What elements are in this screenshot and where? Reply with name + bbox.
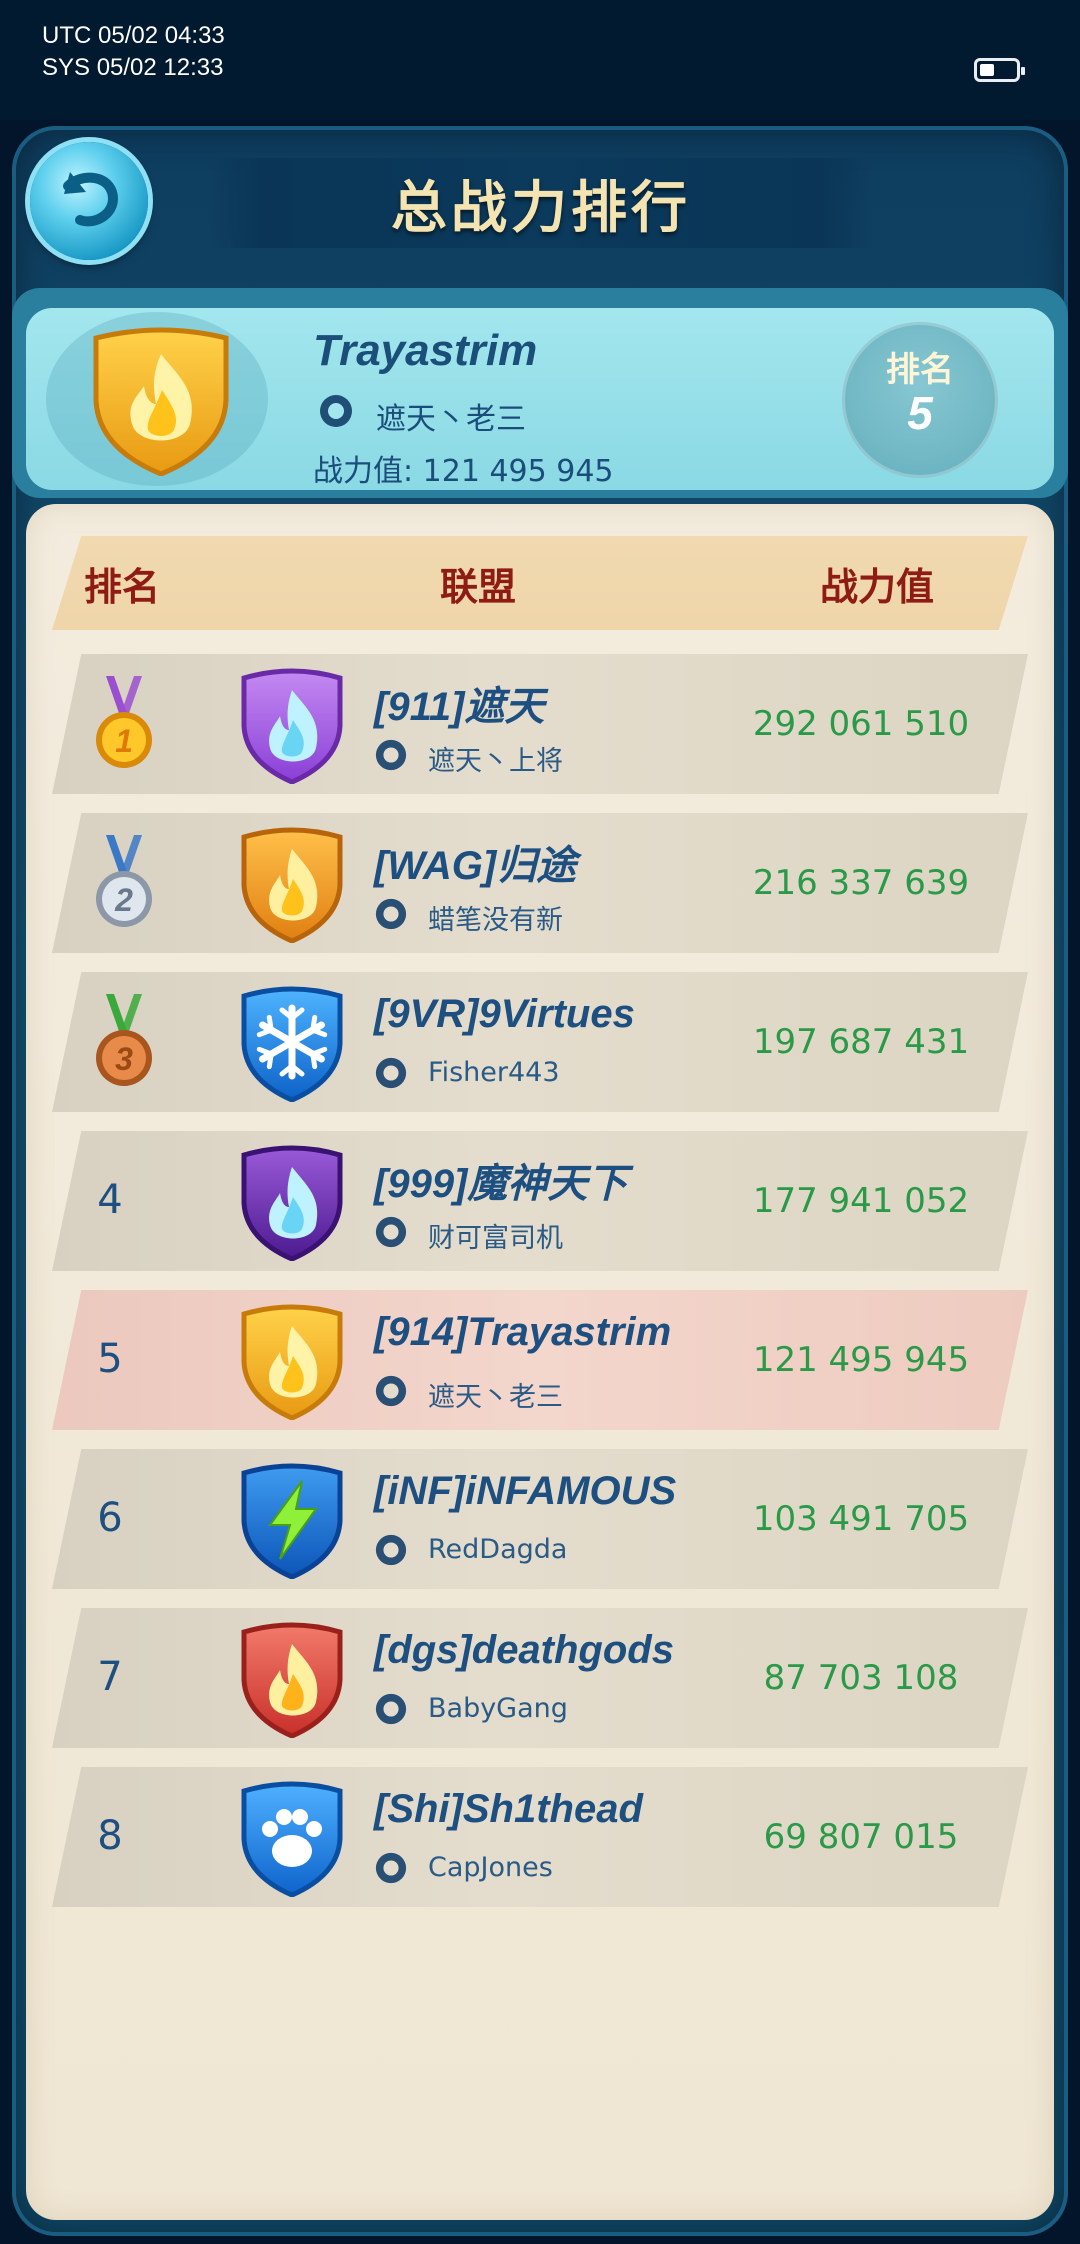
svg-text:3: 3: [115, 1041, 133, 1077]
rank-number-text: 4: [97, 1177, 123, 1223]
alliance-name: [9VR]9Virtues: [374, 992, 635, 1036]
alliance-leader-icon: [374, 1692, 408, 1726]
alliance-leader-icon: [374, 1215, 408, 1249]
alliance-leader: 遮天丶上将: [428, 746, 563, 777]
gold-flame-shield-icon: [236, 1300, 348, 1421]
alliance-leader: BabyGang: [428, 1693, 568, 1724]
alliance-power: 121 495 945: [752, 1340, 970, 1380]
rank-number-text: 7: [97, 1654, 123, 1700]
svg-text:2: 2: [114, 882, 133, 918]
header-rank: 排名: [84, 565, 161, 609]
alliance-icon: [320, 395, 352, 427]
alliance-name: [914]Trayastrim: [374, 1310, 672, 1354]
my-power-value: 战力值: 121 495 945: [313, 454, 614, 489]
back-button[interactable]: [30, 142, 148, 260]
header-power: 战力值: [820, 565, 935, 609]
dark-purple-flame-shield-icon: [236, 1141, 348, 1262]
alliance-power: 216 337 639: [752, 863, 970, 903]
alliance-name: [dgs]deathgods: [374, 1628, 674, 1672]
alliance-leader-icon: [374, 897, 408, 931]
gold-medal-icon: 1: [92, 676, 156, 772]
alliance-power: 177 941 052: [752, 1181, 970, 1221]
my-alliance-name: 遮天丶老三: [376, 402, 526, 437]
utc-time: UTC 05/02 04:33: [42, 22, 225, 49]
alliance-name: [iNF]iNFAMOUS: [374, 1469, 677, 1513]
rank-number-text: 5: [97, 1336, 123, 1382]
my-rank-badge: 排名 5: [842, 322, 998, 478]
page-title: 总战力排行: [391, 175, 691, 241]
alliance-name: [WAG]归途: [374, 844, 577, 888]
alliance-power: 87 703 108: [763, 1658, 959, 1698]
header-alliance: 联盟: [440, 565, 517, 609]
alliance-leader: Fisher443: [428, 1057, 560, 1088]
back-arrow-icon: [63, 172, 118, 227]
my-rank-label: 排名: [886, 350, 954, 390]
alliance-leader-icon: [374, 1056, 408, 1090]
alliance-leader: 蜡笔没有新: [428, 905, 563, 936]
alliance-leader-icon: [374, 1374, 408, 1408]
orange-flame-shield-icon: [236, 823, 348, 944]
rank-number-text: 6: [97, 1495, 123, 1541]
system-time: SYS 05/02 12:33: [42, 54, 224, 81]
lightning-shield-icon: [236, 1459, 348, 1580]
alliance-power: 292 061 510: [752, 704, 970, 744]
alliance-leader-icon: [374, 1851, 408, 1885]
alliance-leader: 遮天丶老三: [428, 1382, 563, 1413]
my-rank-value: 5: [907, 387, 933, 439]
alliance-name: [Shi]Sh1thead: [374, 1787, 643, 1831]
my-player-name: Trayastrim: [313, 326, 538, 375]
alliance-leader: RedDagda: [428, 1534, 568, 1565]
alliance-leader-icon: [374, 738, 408, 772]
alliance-leader: CapJones: [428, 1852, 553, 1883]
alliance-power: 197 687 431: [752, 1022, 970, 1062]
bronze-medal-icon: 3: [92, 994, 156, 1090]
alliance-leader: 财可富司机: [428, 1223, 563, 1254]
alliance-name: [999]魔神天下: [374, 1162, 628, 1206]
alliance-name: [911]遮天: [374, 685, 545, 729]
alliance-leader-icon: [374, 1533, 408, 1567]
snowflake-shield-icon: [236, 982, 348, 1103]
battery-icon: [974, 58, 1025, 82]
purple-flame-shield-icon: [236, 664, 348, 785]
alliance-power: 69 807 015: [763, 1817, 959, 1857]
red-flame-shield-icon: [236, 1618, 348, 1739]
paw-shield-icon: [236, 1777, 348, 1898]
title-bar: 总战力排行: [208, 158, 874, 248]
svg-text:1: 1: [115, 723, 133, 759]
silver-medal-icon: 2: [92, 835, 156, 931]
flame-shield-icon: [93, 327, 229, 476]
status-bar: UTC 05/02 04:33 SYS 05/02 12:33: [0, 0, 1080, 120]
alliance-power: 103 491 705: [752, 1499, 970, 1539]
rank-number-text: 8: [97, 1813, 123, 1859]
